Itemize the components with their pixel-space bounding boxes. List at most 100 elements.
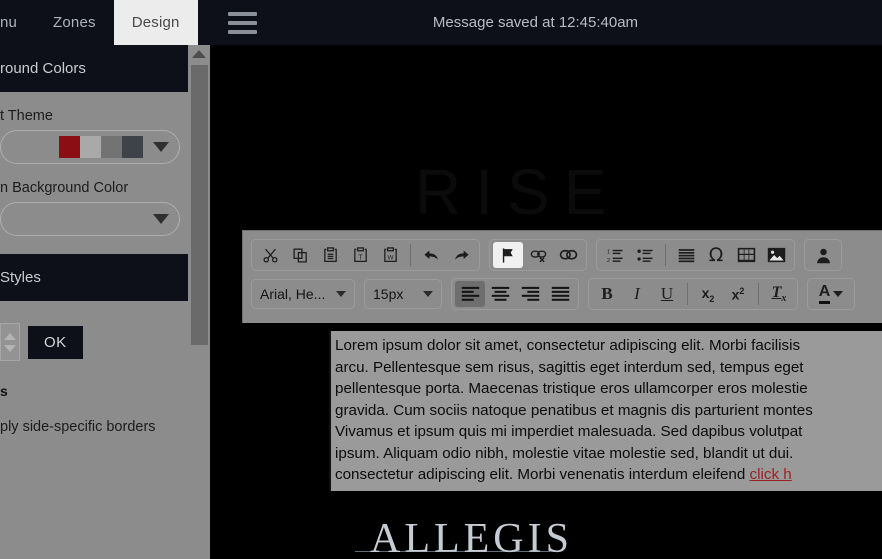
color-swatch-group — [59, 136, 143, 158]
section-header-background-colors[interactable]: round Colors — [0, 45, 188, 92]
svg-text:2: 2 — [607, 257, 610, 263]
remove-format-icon[interactable]: Tx — [764, 281, 794, 307]
field-label-background-color: n Background Color — [0, 180, 129, 196]
clipboard-group: T W — [251, 239, 480, 271]
chevron-down-icon — [153, 214, 169, 224]
justify-icon[interactable] — [545, 281, 575, 307]
align-center-icon[interactable] — [485, 281, 515, 307]
blockquote-icon[interactable] — [671, 242, 701, 268]
section-header-label: round Colors — [0, 60, 86, 77]
italic-label: I — [634, 284, 640, 303]
editor-line: Lorem ipsum dolor sit amet, consectetur … — [335, 337, 801, 354]
copy-icon[interactable] — [285, 242, 315, 268]
color-swatch — [101, 136, 122, 158]
rich-text-editor-body[interactable]: Lorem ipsum dolor sit amet, consectetur … — [329, 331, 882, 491]
align-right-icon[interactable] — [515, 281, 545, 307]
editor-line: Vivamus et ipsum quis mi imperdiet males… — [335, 423, 803, 440]
svg-text:W: W — [387, 254, 393, 261]
design-settings-panel: round Colors t Theme n Background Color … — [0, 45, 188, 559]
number-stepper[interactable] — [0, 323, 20, 361]
text-color-group: A — [807, 278, 855, 310]
superscript-icon[interactable]: x2 — [723, 281, 753, 307]
paste-word-icon[interactable]: W — [375, 242, 405, 268]
user-icon[interactable] — [808, 242, 838, 268]
hamburger-icon[interactable] — [211, 0, 273, 45]
tab-strip: nu Zones Design — [0, 0, 198, 45]
unlink-icon[interactable] — [523, 242, 553, 268]
color-swatch — [59, 136, 80, 158]
font-family-value: Arial, He... — [260, 286, 326, 302]
link-icon[interactable] — [553, 242, 583, 268]
section-header-styles[interactable]: Styles — [0, 254, 188, 301]
text-color-icon[interactable]: A — [811, 281, 851, 307]
ok-button[interactable]: OK — [28, 325, 83, 359]
undo-icon[interactable] — [416, 242, 446, 268]
section-header-label: Styles — [0, 269, 41, 286]
stepper-down-icon[interactable] — [4, 344, 16, 352]
triangle-up — [192, 50, 206, 58]
editor-line: pellentesque porta. Maecenas tristique e… — [335, 380, 808, 397]
scrollbar-thumb[interactable] — [191, 65, 208, 345]
chevron-down-icon — [423, 291, 433, 297]
paste-icon[interactable] — [315, 242, 345, 268]
editor-line: gravida. Cum sociis natoque penatibus et… — [335, 401, 813, 419]
personalization-group — [804, 239, 842, 271]
numbered-list-icon[interactable]: 1 2 — [600, 242, 630, 268]
superscript-label: x2 — [731, 285, 745, 303]
editor-line: ipsum. Aliquam odio nibh, molestie vitae… — [335, 444, 794, 462]
italic-icon[interactable]: I — [622, 281, 652, 307]
application-window: nu Zones Design Message saved at 12:45:4… — [0, 0, 882, 559]
text-format-group: B I U x2 x2 Tx — [588, 278, 798, 310]
editor-body-link[interactable]: click h — [750, 466, 792, 483]
color-theme-select[interactable] — [0, 130, 180, 164]
tab-zones[interactable]: Zones — [35, 0, 114, 45]
font-family-select[interactable]: Arial, He... — [251, 279, 355, 309]
tab-label: Zones — [53, 14, 96, 31]
underline-icon[interactable]: U — [652, 281, 682, 307]
font-size-select[interactable]: 15px — [364, 279, 442, 309]
insert-group: 1 2 Ω — [596, 239, 795, 271]
redo-icon[interactable] — [446, 242, 476, 268]
bold-icon[interactable]: B — [592, 281, 622, 307]
underline-label: U — [660, 284, 674, 303]
table-icon[interactable] — [731, 242, 761, 268]
cut-icon[interactable] — [255, 242, 285, 268]
hamburger-bar — [227, 29, 257, 34]
tab-label: Design — [131, 14, 180, 31]
editor-line-text: consectetur adipiscing elit. Morbi venen… — [335, 466, 750, 483]
divider — [410, 244, 411, 266]
alignment-group — [451, 278, 579, 310]
brand-logo-text: ALLEGIS — [370, 516, 573, 559]
editor-left-gutter — [310, 325, 329, 495]
editor-line: arcu. Pellentesque sem risus, sagittis e… — [335, 358, 804, 376]
subscript-label: x2 — [701, 284, 715, 304]
background-watermark-text: RISE — [415, 156, 621, 228]
tab-menu[interactable]: nu — [0, 0, 35, 45]
text-color-label: A — [818, 284, 831, 304]
rich-text-editor-toolbar: T W 1 2 Ω Arial, He... 15px B I U x2 x2 … — [242, 230, 882, 323]
color-swatch — [122, 136, 143, 158]
scroll-up-arrow-icon[interactable] — [188, 45, 210, 63]
color-swatch — [80, 136, 101, 158]
divider — [687, 283, 688, 305]
anchor-flag-icon[interactable] — [493, 242, 523, 268]
toolbar-row-2: Arial, He... 15px B I U x2 x2 Tx A — [251, 278, 882, 310]
top-navigation-bar: nu Zones Design Message saved at 12:45:4… — [0, 0, 882, 45]
borders-group-label: s — [0, 383, 8, 399]
svg-text:T: T — [358, 253, 363, 261]
divider — [758, 283, 759, 305]
tab-design[interactable]: Design — [113, 0, 198, 45]
stepper-up-icon[interactable] — [4, 332, 16, 340]
special-char-icon[interactable]: Ω — [701, 242, 731, 268]
panel-scrollbar[interactable] — [188, 45, 210, 559]
paste-text-icon[interactable]: T — [345, 242, 375, 268]
background-color-select[interactable] — [0, 202, 180, 236]
align-left-icon[interactable] — [455, 281, 485, 307]
svg-text:1: 1 — [607, 249, 610, 255]
divider — [665, 244, 666, 266]
subscript-icon[interactable]: x2 — [693, 281, 723, 307]
bulleted-list-icon[interactable] — [630, 242, 660, 268]
image-icon[interactable] — [761, 242, 791, 268]
font-size-value: 15px — [373, 286, 404, 302]
